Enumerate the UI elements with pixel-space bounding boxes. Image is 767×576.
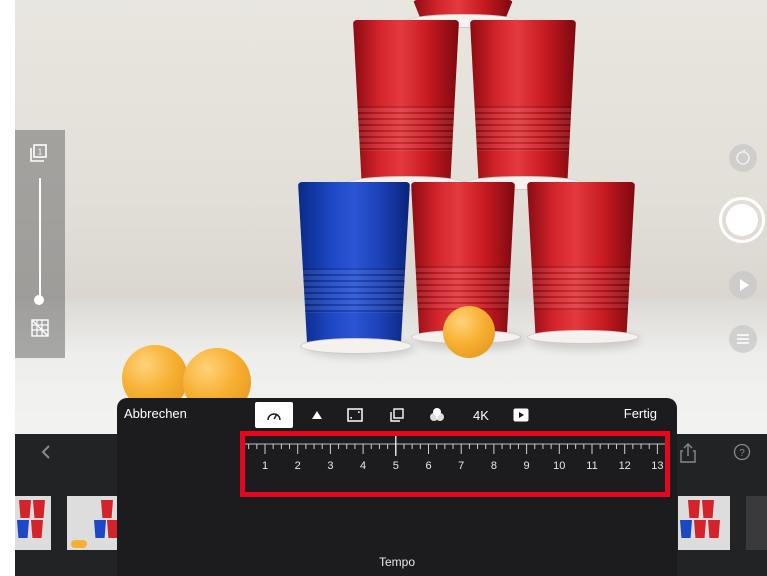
svg-text:?: ?	[739, 448, 745, 459]
layers-icon[interactable]	[383, 402, 411, 428]
color-filter-icon[interactable]	[423, 402, 451, 428]
svg-text:1: 1	[38, 148, 43, 157]
zoom-in-frame-icon[interactable]: 1	[30, 144, 48, 162]
timeline-thumbnail[interactable]	[746, 496, 767, 550]
panel-title: Tempo	[378, 555, 416, 569]
help-icon[interactable]: ?	[733, 443, 751, 464]
zoom-slider-panel: 1	[15, 130, 65, 358]
blue-cup	[298, 182, 410, 342]
resolution-4k-label: 4K	[473, 407, 489, 423]
cancel-button[interactable]: Abbrechen	[124, 406, 187, 421]
highlight-box	[240, 431, 670, 497]
timeline-thumbnail[interactable]	[15, 496, 51, 550]
crop-frame-icon[interactable]	[341, 402, 369, 428]
done-button[interactable]: Fertig	[624, 406, 657, 421]
red-cup	[470, 20, 576, 180]
red-cup	[527, 182, 635, 338]
cup-rim	[300, 338, 412, 354]
cup-rim	[527, 330, 639, 344]
triangle-up-icon[interactable]	[303, 402, 331, 428]
zoom-slider-knob[interactable]	[34, 295, 44, 305]
editor-toolbar: Abbrechen 4K Fertig	[117, 398, 677, 430]
menu-icon[interactable]	[729, 325, 757, 353]
shutter-button[interactable]	[719, 197, 765, 243]
timeline-thumbnail[interactable]	[67, 496, 117, 550]
play-icon[interactable]	[729, 271, 757, 299]
timeline-thumbnail[interactable]	[678, 496, 730, 550]
flip-camera-icon[interactable]	[729, 144, 757, 172]
share-icon[interactable]	[680, 443, 696, 466]
zoom-slider-track[interactable]	[39, 178, 41, 300]
chevron-left-icon[interactable]	[40, 444, 52, 465]
speed-gauge-icon[interactable]	[255, 402, 293, 428]
ping-pong-ball	[443, 306, 495, 358]
play-preview-icon[interactable]	[507, 402, 535, 428]
red-cup	[353, 20, 459, 180]
resolution-4k-button[interactable]: 4K	[465, 402, 497, 428]
zoom-grid-icon[interactable]	[30, 318, 50, 338]
